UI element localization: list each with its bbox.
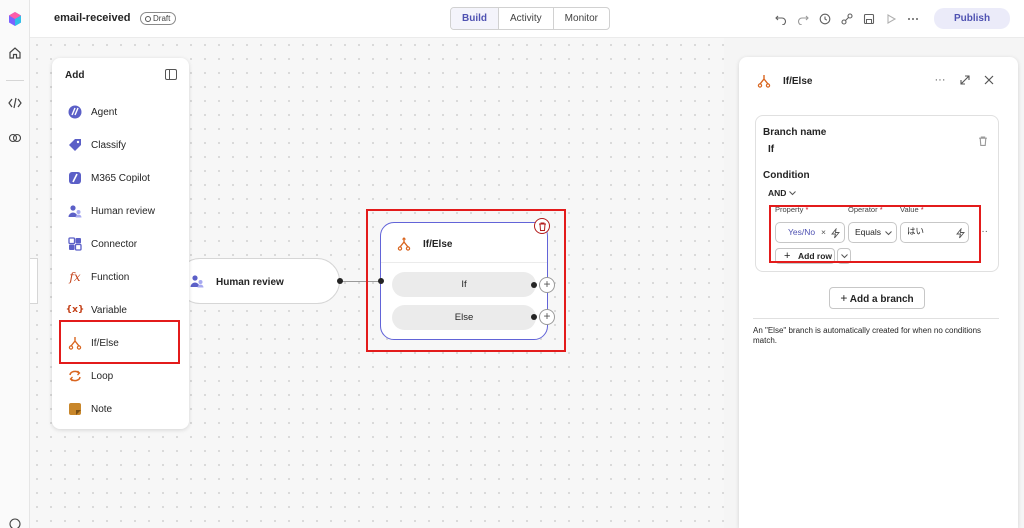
workflow-name[interactable]: email-received: [54, 12, 130, 24]
add-item-label: Note: [91, 403, 113, 415]
function-icon: fx: [69, 270, 81, 284]
logic-operator-dropdown[interactable]: AND: [768, 188, 797, 198]
close-icon[interactable]: [983, 74, 995, 86]
agent-icon: [68, 105, 82, 119]
variable-icon: {x}: [65, 305, 85, 315]
add-item-label: M365 Copilot: [91, 172, 150, 184]
loop-icon: [68, 369, 82, 383]
properties-divider: [753, 318, 999, 319]
add-item-label: Function: [91, 271, 130, 283]
add-item-connector[interactable]: Connector: [68, 235, 137, 253]
add-branch-label: Add a branch: [849, 294, 914, 305]
app-logo-icon[interactable]: [7, 11, 23, 27]
save-icon[interactable]: [862, 12, 876, 26]
classify-icon: [68, 138, 82, 152]
add-item-label: Agent: [91, 106, 118, 118]
add-item-label: Loop: [91, 370, 114, 382]
home-icon[interactable]: [7, 45, 23, 61]
top-bar: email-received Draft Build Activity Moni…: [30, 0, 1024, 38]
code-icon[interactable]: [7, 95, 23, 111]
expand-icon[interactable]: [959, 74, 971, 86]
add-item-human-review[interactable]: Human review: [68, 202, 155, 220]
chevron-down-icon: [789, 190, 797, 195]
library-icon[interactable]: [7, 130, 23, 146]
add-item-classify[interactable]: Classify: [68, 136, 126, 154]
add-panel: Add Agent Classify M365 Copilot Human re…: [52, 58, 189, 429]
status-badge-label: Draft: [153, 14, 171, 23]
human-review-node-label: Human review: [216, 277, 284, 288]
human-review-node[interactable]: Human review: [177, 258, 340, 304]
draft-status-icon: [145, 15, 151, 22]
highlight-ifelse-node: [366, 209, 566, 352]
highlight-ifelse-item: [59, 320, 180, 364]
human-review-output-port[interactable]: [337, 278, 343, 284]
status-badge: Draft: [140, 12, 177, 25]
add-item-function[interactable]: fx Function: [68, 268, 129, 286]
condition-label: Condition: [763, 170, 810, 181]
add-branch-button[interactable]: + Add a branch: [829, 287, 925, 309]
more-options-icon[interactable]: ···: [934, 74, 946, 86]
tab-activity[interactable]: Activity: [499, 8, 554, 29]
add-item-variable[interactable]: {x} Variable: [65, 301, 127, 319]
branch-icon: [757, 75, 771, 88]
add-item-note[interactable]: Note: [68, 400, 112, 418]
left-rail: [0, 0, 30, 528]
rail-divider: [6, 80, 24, 81]
add-item-m365-copilot[interactable]: M365 Copilot: [68, 169, 150, 187]
human-review-icon: [190, 275, 204, 288]
properties-title: If/Else: [783, 76, 813, 87]
add-panel-title: Add: [65, 70, 85, 81]
connector-icon: [68, 237, 82, 251]
undo-icon[interactable]: [774, 12, 788, 26]
add-item-label: Connector: [91, 238, 138, 250]
properties-header: If/Else ···: [739, 57, 1018, 105]
collapse-panel-icon[interactable]: [165, 69, 177, 80]
more-icon[interactable]: [906, 12, 920, 26]
run-icon[interactable]: [884, 12, 898, 26]
previous-node-stub[interactable]: [30, 258, 38, 304]
logic-operator-value: AND: [768, 188, 787, 198]
else-branch-note: An "Else" branch is automatically create…: [753, 326, 982, 345]
highlight-condition-row: [769, 205, 981, 263]
tab-build[interactable]: Build: [451, 8, 499, 29]
tab-monitor[interactable]: Monitor: [554, 8, 609, 29]
view-tabs: Build Activity Monitor: [450, 7, 611, 30]
add-item-loop[interactable]: Loop: [68, 367, 113, 385]
toolbar-icons: [774, 12, 920, 26]
add-item-label: Classify: [91, 139, 127, 151]
note-icon: [68, 402, 82, 416]
branch-name-label: Branch name: [763, 127, 827, 138]
publish-button[interactable]: Publish: [934, 8, 1010, 29]
copilot-icon: [68, 171, 82, 185]
plus-icon: +: [840, 291, 848, 305]
redo-icon[interactable]: [796, 12, 810, 26]
add-item-label: Variable: [91, 304, 127, 316]
globe-icon[interactable]: [7, 516, 23, 528]
add-item-agent[interactable]: Agent: [68, 103, 117, 121]
branch-name-field[interactable]: If: [768, 144, 774, 155]
add-item-label: Human review: [91, 205, 155, 217]
history-icon[interactable]: [818, 12, 832, 26]
connections-icon[interactable]: [840, 12, 854, 26]
human-review-icon: [68, 204, 82, 218]
delete-branch-icon[interactable]: [978, 136, 988, 149]
